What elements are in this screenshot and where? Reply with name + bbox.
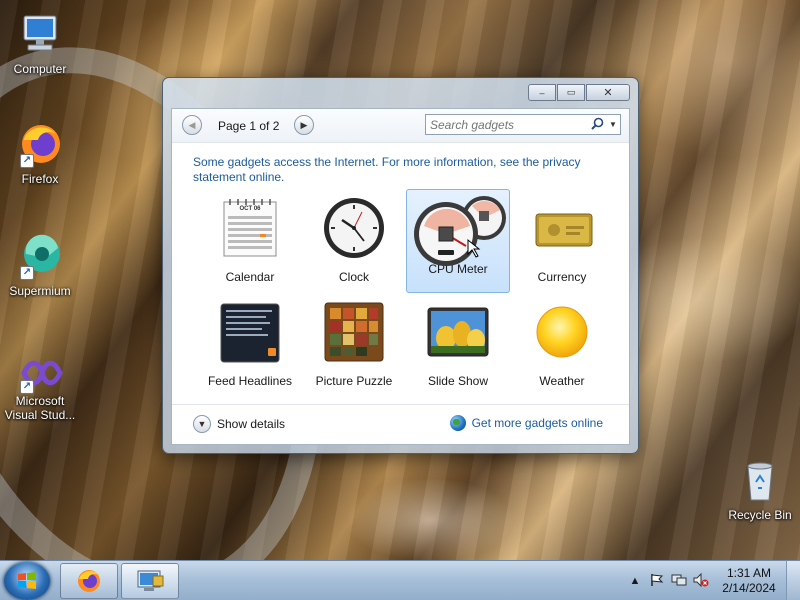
clock-icon (322, 196, 386, 260)
chevron-down-icon: ▼ (193, 415, 211, 433)
shortcut-arrow-icon: ↗ (20, 266, 34, 280)
volume-muted-icon[interactable] (690, 572, 712, 590)
desktop-icon-recycle-bin[interactable]: Recycle Bin (720, 456, 800, 522)
network-icon[interactable] (668, 573, 690, 590)
clock-time: 1:31 AM (726, 566, 772, 580)
computer-icon (16, 10, 64, 58)
gadget-tile-cpu-meter[interactable]: CPU Meter (406, 189, 510, 293)
windows-logo-icon (18, 572, 36, 589)
gadget-name: Picture Puzzle (315, 374, 393, 388)
supermium-icon: ↗ (16, 232, 64, 280)
show-hidden-icons-button[interactable]: ▲ (624, 575, 646, 587)
page-indicator: Page 1 of 2 (218, 119, 280, 133)
taskbar-firefox-button[interactable] (60, 563, 118, 599)
taskbar: ▲ 1:31 AM 2/14/2024 (0, 560, 800, 600)
taskbar-clock[interactable]: 1:31 AM 2/14/2024 (712, 566, 786, 596)
desktop-icon-computer[interactable]: Computer (0, 10, 80, 76)
gadget-tile-calendar[interactable]: OCT 06 Calendar (198, 189, 302, 293)
currency-icon (530, 196, 594, 260)
get-more-gadgets-label: Get more gadgets online (471, 416, 603, 430)
calendar-icon: OCT 06 (218, 196, 282, 260)
cpu-meter-icon (410, 196, 506, 266)
restore-button[interactable]: ▭ (557, 84, 585, 101)
clock-date: 2/14/2024 (722, 581, 776, 595)
gadget-tile-slide-show[interactable]: Slide Show (406, 293, 510, 397)
privacy-info-link[interactable]: Some gadgets access the Internet. For mo… (193, 155, 613, 185)
next-page-button[interactable]: ▶ (294, 115, 314, 135)
minimize-button[interactable]: ‒ (528, 84, 556, 101)
desktop-icon-label: Supermium (9, 284, 71, 298)
gadget-name: Clock (338, 270, 369, 284)
gallery-toolbar: ◀ Page 1 of 2 ▶ ▼ (172, 109, 629, 143)
desktop-icon-firefox[interactable]: ↗ Firefox (0, 120, 80, 186)
get-more-gadgets-link[interactable]: Get more gadgets online (449, 415, 603, 431)
globe-icon (449, 415, 466, 431)
show-details-button[interactable]: ▼ Show details (193, 415, 285, 433)
weather-icon (530, 300, 594, 364)
gadget-name: Weather (539, 374, 585, 388)
gadget-name: Feed Headlines (207, 374, 293, 388)
desktop-icon-visual-studio[interactable]: ↗ Microsoft Visual Stud... (0, 356, 80, 422)
gadgets-window-icon (137, 570, 164, 591)
feed-headlines-icon (218, 300, 282, 364)
calendar-month-label: OCT 06 (239, 206, 261, 212)
shortcut-arrow-icon: ↗ (20, 380, 34, 394)
show-desktop-button[interactable] (786, 561, 800, 600)
recycle-bin-icon (736, 456, 784, 504)
desktop-icon-label: Microsoft Visual Stud... (4, 394, 76, 422)
desktop-icon-label: Firefox (21, 172, 59, 186)
taskbar-gadgets-button[interactable] (121, 563, 179, 599)
visual-studio-icon: ↗ (16, 356, 64, 394)
show-details-label: Show details (217, 417, 286, 431)
search-dropdown-icon[interactable]: ▼ (606, 120, 620, 129)
gadget-tile-feed-headlines[interactable]: Feed Headlines (198, 293, 302, 397)
gadget-grid: OCT 06 Calendar Clock CPU Meter Currency… (198, 189, 614, 397)
gadget-gallery-panel: ◀ Page 1 of 2 ▶ ▼ Some gadgets access th… (171, 108, 630, 445)
shortcut-arrow-icon: ↗ (20, 154, 34, 168)
search-input[interactable] (426, 115, 588, 134)
search-icon[interactable] (588, 117, 606, 133)
search-box[interactable]: ▼ (425, 114, 621, 135)
firefox-icon (78, 570, 100, 592)
gallery-footer: ▼ Show details Get more gadgets online (172, 404, 629, 444)
gadget-tile-currency[interactable]: Currency (510, 189, 614, 293)
previous-page-button[interactable]: ◀ (182, 115, 202, 135)
desktop-icon-label: Recycle Bin (728, 508, 792, 522)
slide-show-icon (426, 300, 490, 364)
firefox-icon: ↗ (16, 120, 64, 168)
window-controls: ‒ ▭ ✕ (528, 84, 630, 101)
start-button[interactable] (4, 562, 50, 600)
system-tray: ▲ 1:31 AM 2/14/2024 (624, 561, 800, 600)
action-center-flag-icon[interactable] (646, 573, 668, 590)
picture-puzzle-icon (322, 300, 386, 364)
gadget-tile-picture-puzzle[interactable]: Picture Puzzle (302, 293, 406, 397)
desktop-icon-label: Computer (13, 62, 67, 76)
desktop-icon-supermium[interactable]: ↗ Supermium (0, 232, 80, 298)
gadget-name: Calendar (225, 270, 275, 284)
gadget-name: Slide Show (427, 374, 489, 388)
gadget-gallery-window[interactable]: ‒ ▭ ✕ ◀ Page 1 of 2 ▶ ▼ Some gadgets acc… (162, 77, 639, 454)
close-button[interactable]: ✕ (586, 84, 630, 101)
gadget-tile-clock[interactable]: Clock (302, 189, 406, 293)
gadget-name: Currency (537, 270, 587, 284)
gadget-tile-weather[interactable]: Weather (510, 293, 614, 397)
